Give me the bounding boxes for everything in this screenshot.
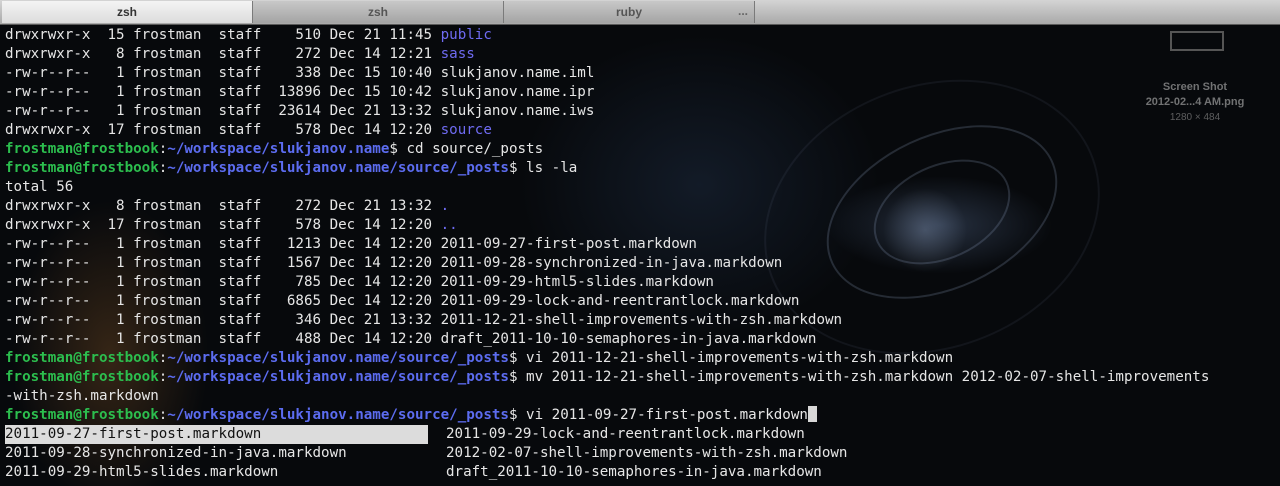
completion-row: 2011-09-28-synchronized-in-java.markdown… bbox=[5, 444, 1277, 463]
directory-name: . bbox=[440, 198, 450, 214]
prompt-symbol: $ bbox=[389, 141, 398, 157]
file-meta: -rw-r--r-- 1 frostman staff 23614 Dec 21… bbox=[5, 103, 441, 119]
file-name: 2011-09-27-first-post.markdown bbox=[440, 236, 697, 252]
file-meta: drwxrwxr-x 8 frostman staff 272 Dec 14 1… bbox=[5, 46, 441, 62]
prompt-user: frostman@frostbook bbox=[5, 350, 159, 366]
prompt-user: frostman@frostbook bbox=[5, 407, 159, 423]
directory-name: public bbox=[440, 27, 492, 43]
prompt-path: ~/workspace/slukjanov.name/source/_posts bbox=[167, 369, 509, 385]
file-meta: -rw-r--r-- 1 frostman staff 6865 Dec 14 … bbox=[5, 293, 441, 309]
ls-row: drwxrwxr-x 17 frostman staff 578 Dec 14 … bbox=[5, 216, 1277, 235]
ls-row: -rw-r--r-- 1 frostman staff 338 Dec 15 1… bbox=[5, 64, 1277, 83]
completion-item[interactable]: 2011-09-29-lock-and-reentrantlock.markdo… bbox=[446, 425, 805, 444]
prompt-separator: : bbox=[158, 160, 168, 176]
completion-row: 2011-09-27-first-post.markdown 2011-09-29… bbox=[5, 425, 1277, 444]
ls-row: -rw-r--r-- 1 frostman staff 13896 Dec 15… bbox=[5, 83, 1277, 102]
directory-name: source bbox=[440, 122, 492, 138]
prompt-user: frostman@frostbook bbox=[5, 369, 159, 385]
tab-ruby[interactable]: ruby... bbox=[504, 1, 755, 23]
prompt-path: ~/workspace/slukjanov.name/source/_posts bbox=[167, 407, 509, 423]
file-meta: -rw-r--r-- 1 frostman staff 346 Dec 21 1… bbox=[5, 312, 441, 328]
terminal-output[interactable]: drwxrwxr-x 15 frostman staff 510 Dec 21 … bbox=[5, 26, 1277, 482]
prompt-separator: : bbox=[158, 369, 168, 385]
file-meta: drwxrwxr-x 17 frostman staff 578 Dec 14 … bbox=[5, 217, 441, 233]
directory-name: sass bbox=[440, 46, 475, 62]
command-text: -with-zsh.markdown bbox=[5, 388, 159, 404]
file-meta: -rw-r--r-- 1 frostman staff 1213 Dec 14 … bbox=[5, 236, 441, 252]
prompt-symbol: $ bbox=[508, 350, 518, 366]
file-meta: -rw-r--r-- 1 frostman staff 785 Dec 14 1… bbox=[5, 274, 441, 290]
directory-name: .. bbox=[440, 217, 458, 233]
prompt-line: frostman@frostbook:~/workspace/slukjanov… bbox=[5, 159, 1277, 178]
ls-row: drwxrwxr-x 17 frostman staff 578 Dec 14 … bbox=[5, 121, 1277, 140]
ls-row: drwxrwxr-x 8 frostman staff 272 Dec 21 1… bbox=[5, 197, 1277, 216]
tab-overflow-icon: ... bbox=[737, 4, 748, 18]
prompt-line: frostman@frostbook:~/workspace/slukjanov… bbox=[5, 349, 1277, 368]
ls-row: drwxrwxr-x 8 frostman staff 272 Dec 14 1… bbox=[5, 45, 1277, 64]
file-name: slukjanov.name.iws bbox=[440, 103, 595, 119]
ls-row: -rw-r--r-- 1 frostman staff 1213 Dec 14 … bbox=[5, 235, 1277, 254]
prompt-line: frostman@frostbook:~/workspace/slukjanov… bbox=[5, 406, 1277, 425]
prompt-path: ~/workspace/slukjanov.name bbox=[167, 141, 390, 157]
file-name: 2011-09-29-html5-slides.markdown bbox=[440, 274, 714, 290]
file-meta: drwxrwxr-x 17 frostman staff 578 Dec 14 … bbox=[5, 122, 441, 138]
file-name: slukjanov.name.iml bbox=[440, 65, 595, 81]
file-meta: -rw-r--r-- 1 frostman staff 1567 Dec 14 … bbox=[5, 255, 441, 271]
prompt-symbol: $ bbox=[508, 407, 518, 423]
prompt-line: frostman@frostbook:~/workspace/slukjanov… bbox=[5, 368, 1277, 387]
completion-item[interactable]: 2011-09-29-html5-slides.markdown bbox=[5, 463, 278, 482]
prompt-symbol: $ bbox=[508, 160, 518, 176]
prompt-symbol: $ bbox=[508, 369, 518, 385]
terminal-tab-bar: zsh zsh ruby... bbox=[0, 0, 1280, 25]
tab-zsh-active[interactable]: zsh bbox=[2, 1, 253, 23]
tab-label: ruby bbox=[615, 5, 642, 19]
prompt-separator: : bbox=[158, 141, 168, 157]
tab-zsh[interactable]: zsh bbox=[253, 1, 504, 23]
file-meta: drwxrwxr-x 8 frostman staff 272 Dec 21 1… bbox=[5, 198, 441, 214]
ls-row: -rw-r--r-- 1 frostman staff 23614 Dec 21… bbox=[5, 102, 1277, 121]
file-name: 2011-09-29-lock-and-reentrantlock.markdo… bbox=[440, 293, 800, 309]
completion-item[interactable]: 2012-02-07-shell-improvements-with-zsh.m… bbox=[446, 444, 847, 463]
prompt-separator: : bbox=[158, 350, 168, 366]
file-meta: drwxrwxr-x 15 frostman staff 510 Dec 21 … bbox=[5, 27, 441, 43]
ls-row: -rw-r--r-- 1 frostman staff 488 Dec 14 1… bbox=[5, 330, 1277, 349]
command-text: vi 2011-09-27-first-post.markdown bbox=[517, 407, 808, 423]
command-text: mv 2011-12-21-shell-improvements-with-zs… bbox=[517, 369, 1210, 385]
command-text: ls -la bbox=[517, 160, 578, 176]
prompt-user: frostman@frostbook bbox=[5, 141, 159, 157]
completion-row: 2011-09-29-html5-slides.markdown draft_20… bbox=[5, 463, 1277, 482]
file-meta: -rw-r--r-- 1 frostman staff 338 Dec 15 1… bbox=[5, 65, 441, 81]
total-line: total 56 bbox=[5, 178, 1277, 197]
file-meta: -rw-r--r-- 1 frostman staff 13896 Dec 15… bbox=[5, 84, 441, 100]
command-text: vi 2011-12-21-shell-improvements-with-zs… bbox=[517, 350, 954, 366]
file-name: 2011-12-21-shell-improvements-with-zsh.m… bbox=[440, 312, 843, 328]
file-name: draft_2011-10-10-semaphores-in-java.mark… bbox=[440, 331, 817, 347]
ls-row: -rw-r--r-- 1 frostman staff 346 Dec 21 1… bbox=[5, 311, 1277, 330]
tab-label: zsh bbox=[367, 5, 388, 19]
prompt-path: ~/workspace/slukjanov.name/source/_posts bbox=[167, 350, 509, 366]
wrapped-line: -with-zsh.markdown bbox=[5, 387, 1277, 406]
text-cursor bbox=[807, 406, 817, 422]
ls-row: drwxrwxr-x 15 frostman staff 510 Dec 21 … bbox=[5, 26, 1277, 45]
file-meta: -rw-r--r-- 1 frostman staff 488 Dec 14 1… bbox=[5, 331, 441, 347]
file-name: slukjanov.name.ipr bbox=[440, 84, 595, 100]
total-count: total 56 bbox=[5, 179, 74, 195]
file-name: 2011-09-28-synchronized-in-java.markdown bbox=[440, 255, 783, 271]
completion-item[interactable]: draft_2011-10-10-semaphores-in-java.mark… bbox=[446, 463, 822, 482]
tab-label: zsh bbox=[116, 5, 137, 19]
command-text: cd source/_posts bbox=[397, 141, 544, 157]
prompt-path: ~/workspace/slukjanov.name/source/_posts bbox=[167, 160, 509, 176]
prompt-separator: : bbox=[158, 407, 168, 423]
ls-row: -rw-r--r-- 1 frostman staff 6865 Dec 14 … bbox=[5, 292, 1277, 311]
completion-item[interactable]: 2011-09-27-first-post.markdown bbox=[5, 425, 428, 444]
prompt-user: frostman@frostbook bbox=[5, 160, 159, 176]
ls-row: -rw-r--r-- 1 frostman staff 1567 Dec 14 … bbox=[5, 254, 1277, 273]
ls-row: -rw-r--r-- 1 frostman staff 785 Dec 14 1… bbox=[5, 273, 1277, 292]
completion-item[interactable]: 2011-09-28-synchronized-in-java.markdown bbox=[5, 444, 347, 463]
prompt-line: frostman@frostbook:~/workspace/slukjanov… bbox=[5, 140, 1277, 159]
